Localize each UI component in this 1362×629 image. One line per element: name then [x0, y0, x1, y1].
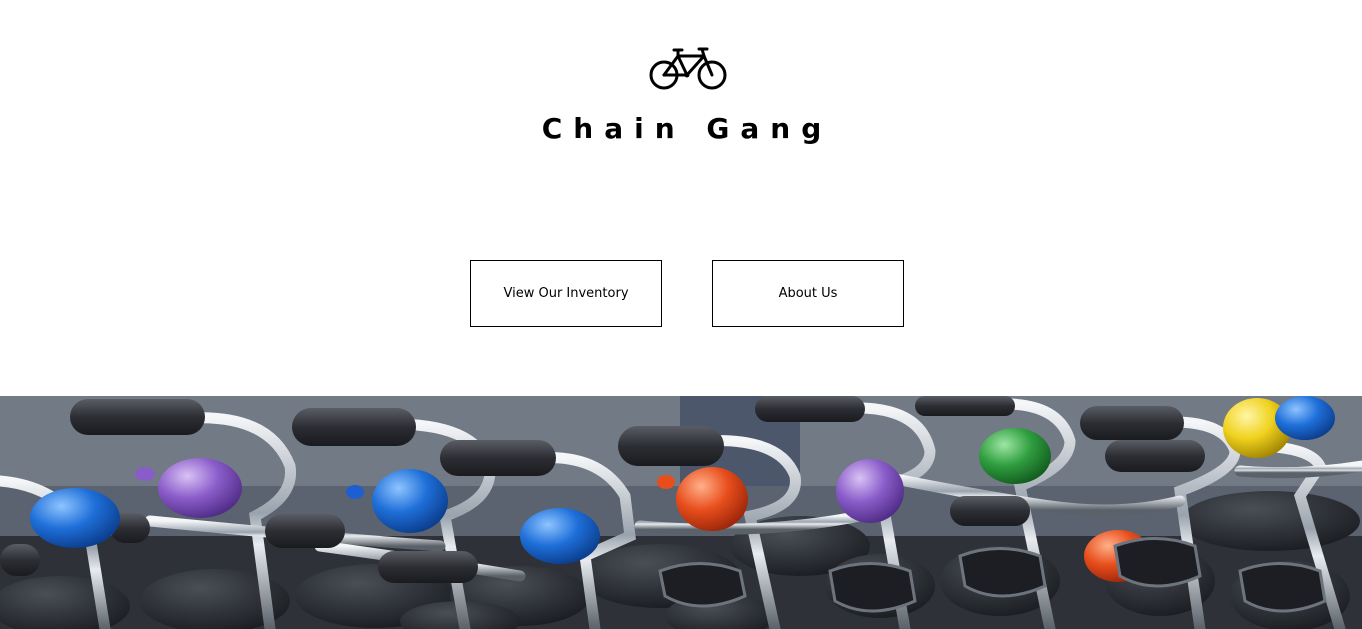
view-inventory-button[interactable]: View Our Inventory	[470, 260, 662, 327]
site-title: Chain Gang	[541, 112, 833, 145]
about-us-label: About Us	[778, 286, 838, 301]
bicycle-icon	[649, 47, 727, 90]
bicycles-photo	[0, 396, 1362, 629]
about-us-button[interactable]: About Us	[712, 260, 904, 327]
site-header: Chain Gang	[0, 0, 1362, 160]
view-inventory-label: View Our Inventory	[503, 286, 629, 301]
hero-image	[0, 396, 1362, 629]
